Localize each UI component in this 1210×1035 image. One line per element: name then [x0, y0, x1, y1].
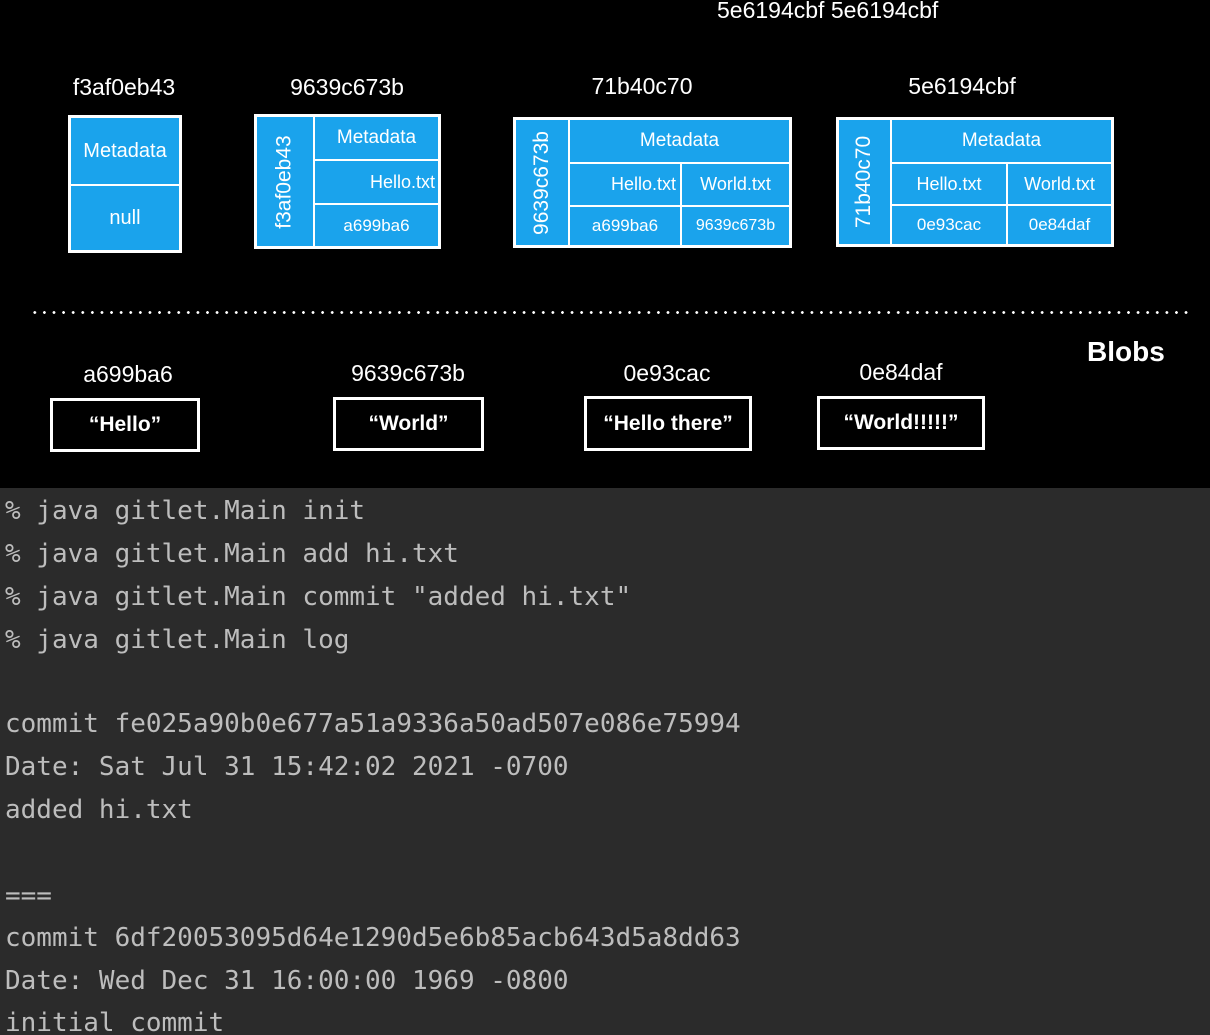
- terminal-line: Date: Wed Dec 31 16:00:00 1969 -0800: [5, 966, 569, 996]
- parent-hash: f3af0eb43: [273, 134, 296, 229]
- blob-box: “World”: [333, 397, 484, 451]
- parent-hash: 9639c673b: [530, 130, 553, 235]
- filename-cell: World.txt: [1024, 173, 1095, 194]
- commit-hash-label: 5e6194cbf: [908, 73, 1016, 99]
- commit-box: f3af0eb43 Metadata Hello.txt a699ba6: [254, 114, 441, 249]
- terminal-line: Date: Sat Jul 31 15:42:02 2021 -0700: [5, 752, 569, 782]
- blob-hash-label: a699ba6: [83, 361, 173, 387]
- terminal-line: % java gitlet.Main init: [5, 496, 366, 526]
- blob-ref-cell: a699ba6: [591, 216, 659, 235]
- terminal-line: % java gitlet.Main add hi.txt: [5, 539, 459, 569]
- parent-cell: 9639c673b: [516, 120, 568, 245]
- filename-cell: Hello.txt: [610, 174, 676, 194]
- parent-hash: 71b40c70: [852, 135, 876, 229]
- commit-hash-label: f3af0eb43: [72, 74, 176, 100]
- blob-hash-label: 0e84daf: [859, 359, 943, 385]
- blob-ref-cell: 0e84daf: [1028, 215, 1091, 234]
- blob-hash-label: 9639c673b: [351, 360, 465, 386]
- commit-box: 71b40c70 Metadata Hello.txt World.txt 0e…: [836, 117, 1114, 247]
- blob-ref-cell: 0e93cac: [916, 215, 982, 234]
- metadata-cell: Metadata: [639, 130, 720, 151]
- terminal-output: % java gitlet.Main init % java gitlet.Ma…: [0, 488, 1210, 1035]
- terminal-line: ===: [5, 881, 52, 911]
- commit-hash-label: 71b40c70: [591, 73, 693, 99]
- filename-cell: Hello.txt: [916, 173, 982, 194]
- terminal-line: commit fe025a90b0e677a51a9336a50ad507e08…: [5, 709, 741, 739]
- commit-box: 9639c673b Metadata Hello.txt World.txt a…: [513, 117, 792, 248]
- top-hashes-label: 5e6194cbf 5e6194cbf: [717, 0, 939, 23]
- blob-hash-label: 0e93cac: [623, 360, 711, 386]
- null-cell: null: [109, 206, 141, 229]
- metadata-cell: Metadata: [336, 127, 417, 148]
- blob-ref-cell: a699ba6: [343, 215, 410, 235]
- terminal-line: initial commit: [5, 1008, 225, 1035]
- filename-cell: World.txt: [700, 174, 771, 194]
- terminal-line: added hi.txt: [5, 795, 193, 825]
- commit-hash-label: 9639c673b: [290, 74, 404, 100]
- separator-dotted-line: [30, 310, 1190, 315]
- commit-diagram: 5e6194cbf 5e6194cbf f3af0eb43 Metadata n…: [0, 0, 1210, 488]
- blobs-section-title: Blobs: [1087, 336, 1165, 367]
- commit-box: Metadata null: [68, 115, 182, 253]
- terminal-line: commit 6df20053095d64e1290d5e6b85acb643d…: [5, 923, 741, 953]
- terminal-line: % java gitlet.Main log: [5, 625, 350, 655]
- blob-box: “World!!!!!”: [817, 396, 985, 450]
- terminal-line: % java gitlet.Main commit "added hi.txt": [5, 582, 632, 612]
- filename-cell: Hello.txt: [369, 171, 435, 192]
- parent-cell: f3af0eb43: [257, 117, 313, 246]
- parent-cell: 71b40c70: [839, 120, 890, 244]
- blob-box: “Hello there”: [584, 396, 752, 451]
- blob-box: “Hello”: [50, 398, 200, 452]
- metadata-cell: Metadata: [83, 140, 167, 162]
- blob-ref-cell: 9639c673b: [695, 217, 776, 234]
- metadata-cell: Metadata: [961, 130, 1042, 151]
